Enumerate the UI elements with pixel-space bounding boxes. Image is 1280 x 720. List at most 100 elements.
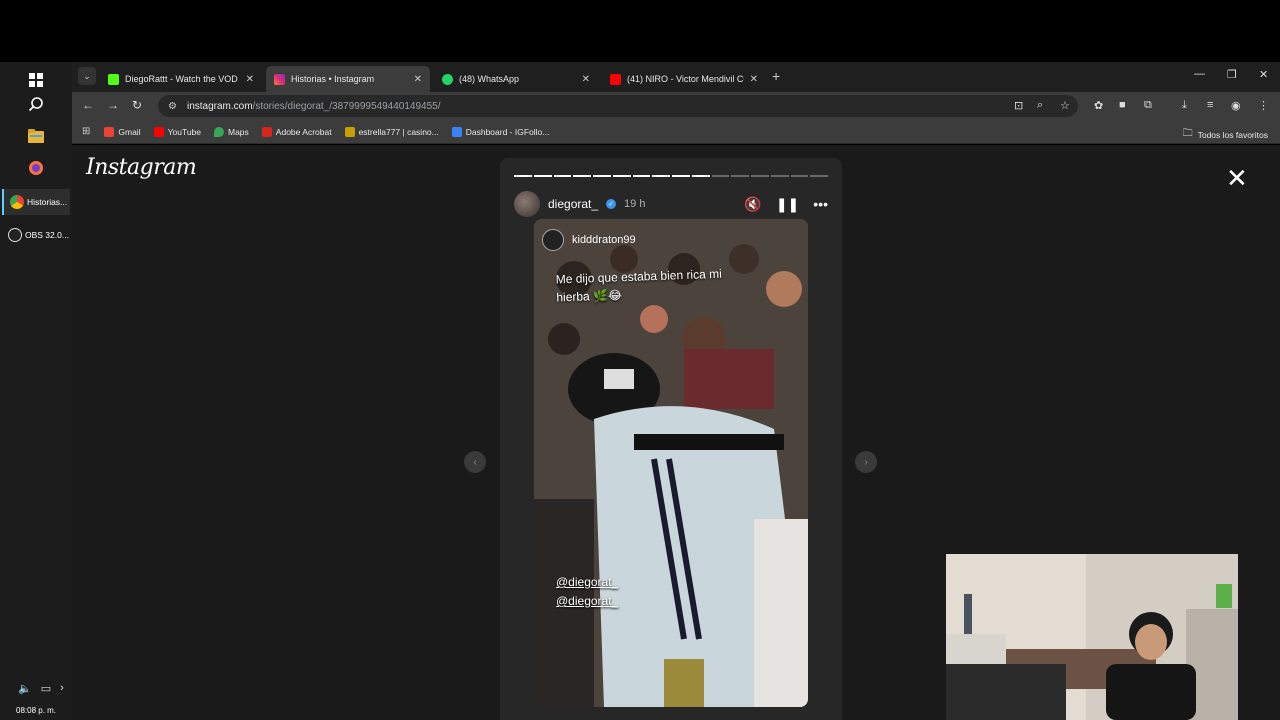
- maps-icon: [214, 126, 224, 137]
- previous-story-button[interactable]: ‹: [464, 451, 486, 473]
- progress-segment: [612, 175, 631, 177]
- screen: Historias... OBS 32.0... 🔈 ▭ › 08:08 p. …: [0, 0, 1280, 720]
- browser-window: ⌄ DiegoRattt - Watch the VOD on ✕ Histor…: [72, 62, 1280, 720]
- story-viewer: diegorat_ ✓ 19 h 🔇 ❚❚ ••• kidddraton99 M…: [500, 158, 842, 720]
- avatar[interactable]: [514, 191, 540, 217]
- obs-icon: [8, 228, 22, 242]
- bookmark-acrobat[interactable]: Adobe Acrobat: [261, 126, 332, 137]
- profile-avatar-icon[interactable]: ◉: [1231, 99, 1241, 112]
- tab-search-button[interactable]: ⌄: [78, 67, 96, 85]
- progress-segment: [672, 175, 690, 177]
- youtube-icon: [153, 126, 164, 137]
- bookmark-star-icon[interactable]: ☆: [1060, 99, 1070, 112]
- chevron-right-icon[interactable]: ›: [60, 682, 64, 695]
- mention-tag[interactable]: @diegorat_: [556, 594, 618, 608]
- file-explorer-icon[interactable]: [24, 124, 48, 148]
- youtube-icon: [610, 73, 621, 85]
- taskbar-app-label: OBS 32.0...: [25, 230, 69, 240]
- minimize-icon[interactable]: —: [1194, 68, 1205, 80]
- mute-icon[interactable]: 🔇: [744, 196, 761, 213]
- bookmarks-bar: ⊞ Gmail YouTube Maps Adobe Acrobat estre…: [72, 120, 1280, 144]
- reshared-story-header: kidddraton99: [542, 229, 636, 251]
- close-tab-icon[interactable]: ✕: [750, 74, 758, 85]
- forward-icon[interactable]: →: [107, 98, 119, 112]
- pause-icon[interactable]: ❚❚: [776, 196, 799, 213]
- progress-segment: [691, 175, 710, 177]
- menu-kebab-icon[interactable]: ⋮: [1258, 99, 1269, 112]
- dashboard-icon: [451, 126, 462, 137]
- install-app-icon[interactable]: ⊡: [1014, 99, 1023, 112]
- close-window-icon[interactable]: ✕: [1259, 68, 1268, 81]
- more-options-icon[interactable]: •••: [813, 196, 828, 213]
- story-media[interactable]: kidddraton99 Me dijo que estaba bien ric…: [534, 219, 808, 707]
- zoom-icon[interactable]: ⌕: [1037, 99, 1043, 112]
- close-tab-icon[interactable]: ✕: [246, 74, 254, 85]
- close-story-icon[interactable]: ✕: [1226, 165, 1248, 191]
- apps-grid-icon[interactable]: ⊞: [82, 126, 90, 137]
- star-icon: [344, 126, 355, 137]
- progress-segment: [731, 175, 749, 177]
- instagram-logo[interactable]: Instagram: [86, 155, 197, 180]
- progress-segment: [711, 175, 730, 177]
- tab-youtube[interactable]: (41) NIRO - Victor Mendivil CON ✕: [602, 66, 766, 92]
- tab-kick[interactable]: DiegoRattt - Watch the VOD on ✕: [100, 66, 262, 92]
- all-favorites[interactable]: 🗀 Todos los favoritos: [1183, 126, 1268, 143]
- search-icon[interactable]: [24, 92, 48, 116]
- clock[interactable]: 08:08 p. m.: [16, 706, 56, 715]
- bookmark-maps[interactable]: Maps: [214, 126, 249, 137]
- tab-whatsapp[interactable]: (48) WhatsApp ✕: [434, 66, 598, 92]
- windows-start-icon[interactable]: [24, 68, 48, 92]
- back-icon[interactable]: ←: [82, 98, 94, 112]
- progress-segment: [790, 175, 809, 177]
- avatar[interactable]: [542, 229, 564, 251]
- progress-segment: [810, 175, 828, 177]
- reshared-username[interactable]: kidddraton99: [572, 234, 636, 246]
- display-icon[interactable]: ▭: [41, 682, 51, 695]
- bookmark-youtube[interactable]: YouTube: [153, 126, 201, 137]
- folder-icon: 🗀: [1182, 128, 1193, 139]
- acrobat-icon: [261, 126, 272, 137]
- story-header: diegorat_ ✓ 19 h 🔇 ❚❚ •••: [514, 191, 828, 217]
- close-tab-icon[interactable]: ✕: [414, 74, 422, 85]
- tab-instagram[interactable]: Historias • Instagram ✕: [266, 66, 430, 92]
- progress-segment: [770, 175, 789, 177]
- story-progress-bar: [514, 175, 828, 177]
- tab-title: (48) WhatsApp: [459, 74, 520, 84]
- media-control-icon[interactable]: ≡: [1207, 99, 1213, 111]
- site-info-icon[interactable]: ⚙: [168, 101, 177, 112]
- taskbar-app-obs[interactable]: OBS 32.0...: [2, 222, 70, 248]
- new-tab-button[interactable]: +: [772, 68, 780, 84]
- bookmark-dashboard[interactable]: Dashboard - IGFollo...: [451, 126, 549, 137]
- download-icon[interactable]: ⤓: [1182, 99, 1187, 112]
- kick-icon: [108, 73, 119, 85]
- next-story-button[interactable]: ›: [855, 451, 877, 473]
- extension-icon[interactable]: ✿: [1094, 99, 1103, 112]
- volume-icon[interactable]: 🔈: [18, 682, 32, 695]
- extensions-puzzle-icon[interactable]: ⧉: [1144, 99, 1152, 112]
- address-bar[interactable]: ⚙ instagram.com/stories/diegorat_/387999…: [158, 95, 1078, 117]
- firefox-icon[interactable]: [24, 156, 48, 180]
- close-tab-icon[interactable]: ✕: [582, 74, 590, 85]
- tab-strip: ⌄ DiegoRattt - Watch the VOD on ✕ Histor…: [72, 62, 1280, 92]
- progress-segment: [573, 175, 591, 177]
- whatsapp-icon: [442, 73, 453, 85]
- tab-title: Historias • Instagram: [291, 74, 375, 84]
- progress-segment: [632, 175, 651, 177]
- restore-icon[interactable]: ❐: [1227, 68, 1237, 81]
- story-caption: Me dijo que estaba bien rica mi hierba 🌿…: [555, 266, 722, 305]
- bookmark-gmail[interactable]: Gmail: [104, 126, 141, 137]
- bookmark-label: YouTube: [167, 126, 201, 137]
- mention-tag[interactable]: @diegorat_: [556, 575, 618, 589]
- bookmark-label: Maps: [228, 126, 249, 137]
- story-username[interactable]: diegorat_: [548, 197, 598, 211]
- story-time: 19 h: [624, 198, 646, 210]
- taskbar: Historias... OBS 32.0... 🔈 ▭ › 08:08 p. …: [0, 62, 72, 720]
- progress-segment: [593, 175, 611, 177]
- url-path: /stories/diegorat_/3879999549440149455/: [252, 100, 441, 112]
- extension-blue-icon[interactable]: ■: [1119, 99, 1126, 111]
- bookmark-estrella[interactable]: estrella777 | casino...: [344, 126, 439, 137]
- taskbar-app-chrome[interactable]: Historias...: [2, 189, 70, 215]
- reload-icon[interactable]: ↻: [132, 98, 142, 112]
- browser-toolbar: ← → ↻ ⚙ instagram.com/stories/diegorat_/…: [72, 92, 1280, 120]
- gmail-icon: [104, 126, 115, 137]
